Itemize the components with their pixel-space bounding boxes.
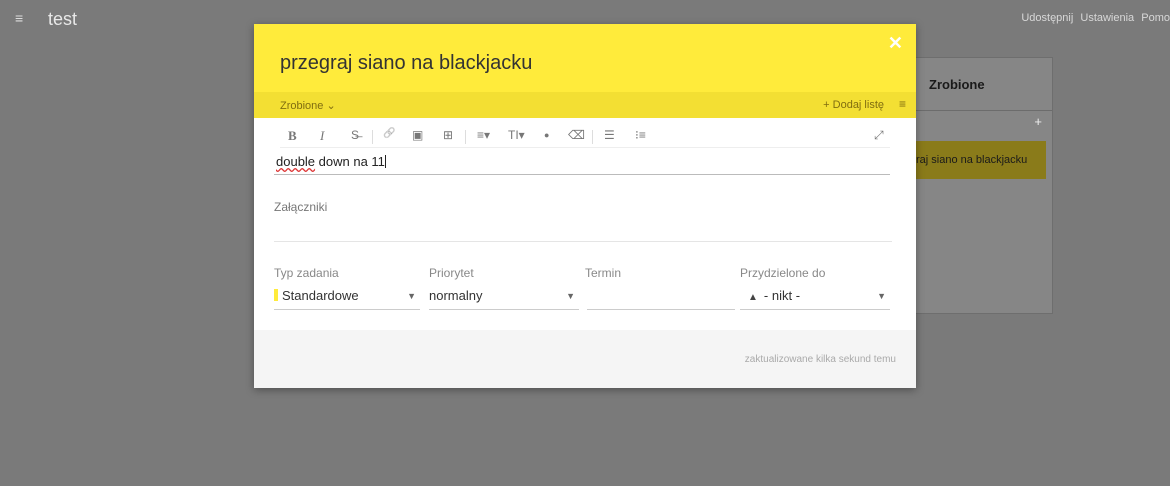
toolbar-divider: [465, 130, 466, 144]
person-icon: ▲: [748, 292, 758, 303]
modal-footer: zaktualizowane kilka sekund temu: [254, 330, 916, 388]
assignee-select[interactable]: ▲ - nikt - ▼: [740, 288, 890, 310]
task-type-select[interactable]: Standardowe ▼: [274, 288, 420, 310]
column-done: Zrobione + raj siano na blackjacku: [895, 57, 1053, 314]
hamburger-icon[interactable]: ≡: [15, 10, 23, 26]
task-type-value: Standardowe: [282, 288, 359, 303]
updated-timestamp: zaktualizowane kilka sekund temu: [744, 354, 896, 365]
eraser-icon[interactable]: ⌫: [568, 128, 585, 142]
attachments-divider: [274, 241, 892, 242]
text-caret: [384, 155, 386, 168]
help-link[interactable]: Pomo: [1141, 12, 1170, 24]
text-size-icon[interactable]: TI▾: [508, 128, 525, 142]
caret-down-icon: ▼: [566, 291, 575, 301]
bold-icon[interactable]: B: [288, 128, 297, 144]
share-link[interactable]: Udostępnij: [1021, 12, 1073, 24]
menu-icon[interactable]: ≡: [899, 97, 906, 111]
editor-text-misspelled: double: [276, 154, 316, 169]
column-title: Zrobione: [929, 77, 985, 92]
editor-toolbar: B I S̶ 🔗 ▣ ⊞ ≡▾ TI▾ ● ⌫ ☰ ⁝≡ ⤢: [280, 124, 890, 148]
task-card[interactable]: raj siano na blackjacku: [896, 141, 1046, 179]
priority-value: normalny: [429, 288, 483, 303]
column-divider: [896, 110, 1052, 111]
bullet-list-icon[interactable]: ☰: [604, 128, 615, 142]
priority-select[interactable]: normalny ▼: [429, 288, 579, 310]
status-label: Zrobione: [280, 100, 324, 112]
board-title: test: [48, 9, 78, 29]
description-editor[interactable]: double down na 11: [274, 152, 890, 175]
caret-down-icon: ▼: [877, 291, 886, 301]
link-icon[interactable]: 🔗: [383, 128, 395, 139]
numbered-list-icon[interactable]: ⁝≡: [635, 128, 646, 142]
assignee-label: Przydzielone do: [740, 266, 826, 280]
align-icon[interactable]: ≡▾: [477, 128, 490, 142]
add-list-button[interactable]: + Dodaj listę: [823, 99, 884, 111]
close-icon[interactable]: ✕: [888, 33, 903, 54]
strikethrough-icon[interactable]: S̶: [351, 128, 359, 142]
table-icon[interactable]: ⊞: [443, 128, 453, 142]
add-card-button[interactable]: +: [1034, 114, 1042, 129]
settings-link[interactable]: Ustawienia: [1080, 12, 1134, 24]
due-date-input[interactable]: [587, 288, 735, 310]
task-title[interactable]: przegraj siano na blackjacku: [280, 52, 532, 75]
type-color-swatch: [274, 289, 278, 301]
caret-down-icon: ▼: [407, 291, 416, 301]
due-date-label: Termin: [585, 266, 622, 280]
modal-subbar: Zrobione ⌄ + Dodaj listę ≡: [254, 92, 916, 118]
assignee-value: - nikt -: [763, 288, 801, 303]
expand-icon[interactable]: ⤢: [874, 128, 884, 143]
status-dropdown[interactable]: Zrobione ⌄: [280, 99, 336, 112]
image-icon[interactable]: ▣: [412, 128, 423, 142]
chevron-down-icon: ⌄: [326, 100, 336, 112]
attachments-label[interactable]: Załączniki: [274, 200, 327, 214]
modal-header: ✕ przegraj siano na blackjacku Zrobione …: [254, 24, 916, 118]
task-modal: ✕ przegraj siano na blackjacku Zrobione …: [254, 24, 916, 388]
italic-icon[interactable]: I: [320, 128, 324, 144]
priority-label: Priorytet: [429, 266, 474, 280]
editor-text: down na 11: [315, 154, 385, 169]
task-type-label: Typ zadania: [274, 266, 339, 280]
color-icon[interactable]: ●: [544, 130, 549, 140]
toolbar-divider: [372, 130, 373, 144]
toolbar-divider: [592, 130, 593, 144]
top-links: Udostępnij Ustawienia Pomo: [1017, 12, 1170, 24]
